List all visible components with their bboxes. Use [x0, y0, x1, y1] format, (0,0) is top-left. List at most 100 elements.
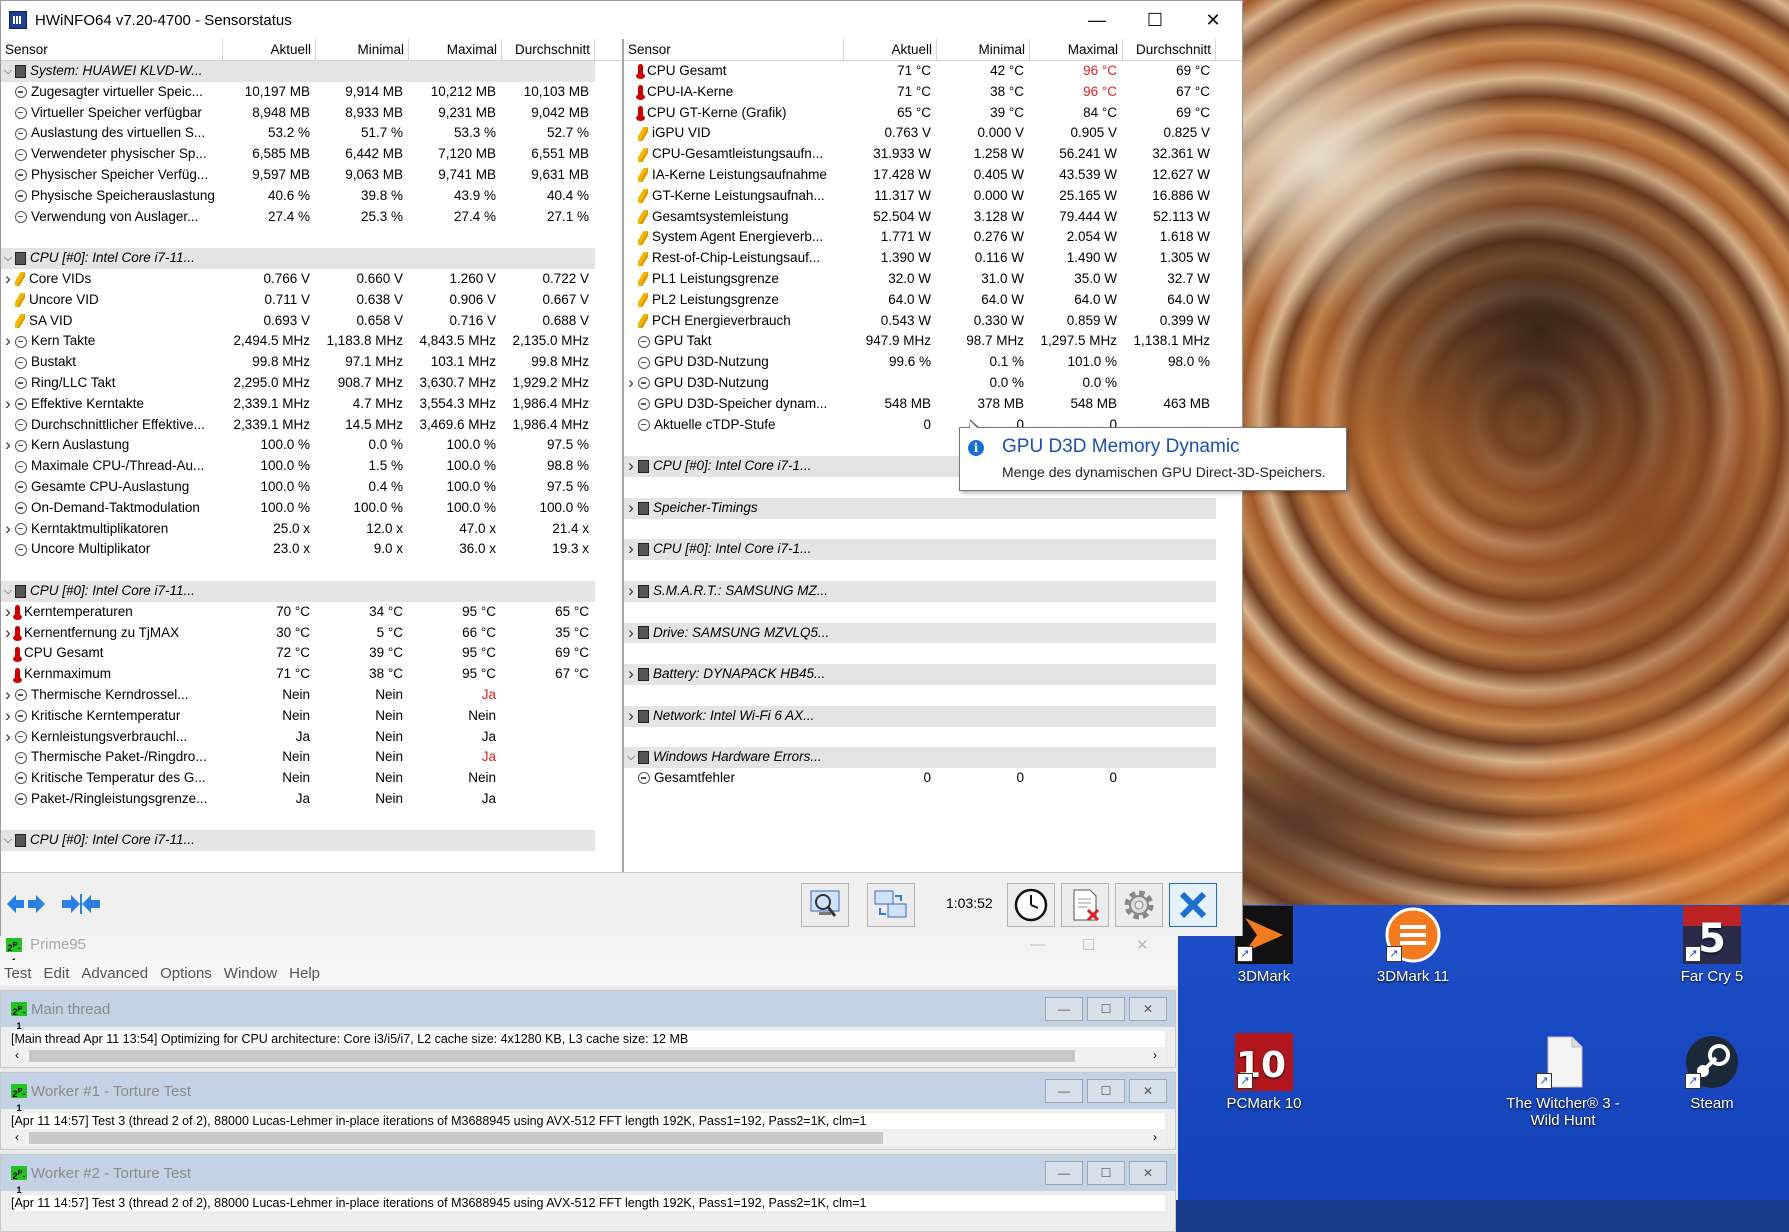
col-max[interactable]: Maximal — [409, 39, 502, 60]
chevron-right-icon[interactable]: › — [624, 623, 638, 644]
maximize-button[interactable]: ☐ — [1126, 1, 1184, 39]
sensor-row[interactable]: PL2 Leistungsgrenze 64.0 W 64.0 W 64.0 W 64.… — [624, 290, 1242, 311]
report-button[interactable] — [801, 883, 849, 927]
sensor-row[interactable]: CPU Gesamt 72 °C 39 °C 95 °C 69 °C — [1, 643, 622, 664]
sensor-row[interactable]: Verwendung von Auslager... 27.4 % 25.3 % 27… — [1, 207, 622, 228]
child-titlebar[interactable]: 2P-1 Worker #1 - Torture Test — ☐ ✕ — [1, 1073, 1175, 1113]
sensor-row[interactable]: Gesamte CPU-Auslastung 100.0 % 0.4 % 100.0 … — [1, 477, 622, 498]
chevron-right-icon[interactable]: › — [1, 269, 15, 290]
sensor-row[interactable]: GPU Takt 947.9 MHz 98.7 MHz 1,297.5 MHz 1,13… — [624, 331, 1242, 352]
sensor-row[interactable]: › Effektive Kerntakte 2,339.1 MHz 4.7 MHz 3,… — [1, 394, 622, 415]
chevron-right-icon[interactable]: › — [1, 706, 15, 727]
sensor-row[interactable]: Rest-of-Chip-Leistungsauf... 1.390 W 0.116… — [624, 248, 1242, 269]
close-button[interactable]: ✕ — [1184, 1, 1242, 39]
sensor-row[interactable]: GPU D3D-Nutzung 99.6 % 0.1 % 101.0 % 98.0 % — [624, 352, 1242, 373]
chevron-down-icon[interactable]: ⌵ — [1, 61, 15, 82]
desktop-icon-far-cry-5[interactable]: 5 ↗ Far Cry 5 — [1647, 906, 1777, 985]
col-sensor[interactable]: Sensor — [1, 39, 223, 60]
chevron-right-icon[interactable]: › — [1, 727, 15, 748]
sensor-row[interactable]: System Agent Energieverb... 1.771 W 0.276 … — [624, 227, 1242, 248]
chevron-down-icon[interactable]: ⌵ — [624, 747, 638, 768]
col-sensor[interactable]: Sensor — [624, 39, 844, 60]
sensor-row[interactable]: On-Demand-Taktmodulation 100.0 % 100.0 % 10… — [1, 498, 622, 519]
minimize-button[interactable]: — — [1068, 1, 1126, 39]
chevron-down-icon[interactable]: ⌵ — [1, 581, 15, 602]
desktop-icon-pcmark-10[interactable]: 10 ↗ PCMark 10 — [1199, 1033, 1329, 1112]
sensor-row[interactable]: Physische Speicherauslastung 40.6 % 39.8 %… — [1, 186, 622, 207]
sensor-row[interactable]: Virtueller Speicher verfügbar 8,948 MB 8,9… — [1, 103, 622, 124]
chevron-right-icon[interactable]: › — [624, 498, 638, 519]
exit-button[interactable] — [1169, 883, 1217, 927]
child-minimize-button[interactable]: — — [1045, 1161, 1083, 1185]
col-max[interactable]: Maximal — [1030, 39, 1123, 60]
menu-window[interactable]: Window — [224, 965, 277, 982]
chevron-right-icon[interactable]: › — [1, 519, 15, 540]
menu-advanced[interactable]: Advanced — [81, 965, 148, 982]
sensor-row[interactable]: CPU Gesamt 71 °C 42 °C 96 °C 69 °C — [624, 61, 1242, 82]
chevron-right-icon[interactable]: › — [624, 373, 638, 394]
chevron-right-icon[interactable]: › — [1, 435, 15, 456]
hwinfo-titlebar[interactable]: HWiNFO64 v7.20-4700 - Sensorstatus — ☐ ✕ — [1, 1, 1242, 39]
sensor-row[interactable]: PL1 Leistungsgrenze 32.0 W 31.0 W 35.0 W 32.… — [624, 269, 1242, 290]
sensor-row[interactable]: Ring/LLC Takt 2,295.0 MHz 908.7 MHz 3,630.7… — [1, 373, 622, 394]
sensor-row[interactable]: › Kritische Kerntemperatur Nein Nein Nein — [1, 706, 622, 727]
child-close-button[interactable]: ✕ — [1129, 997, 1167, 1021]
sensor-group-row[interactable]: ⌵ CPU [#0]: Intel Core i7-11... — [1, 248, 622, 269]
prime95-maximize-button[interactable]: ☐ — [1082, 936, 1095, 954]
chevron-right-icon[interactable]: › — [1, 602, 15, 623]
chevron-down-icon[interactable]: ⌵ — [1, 248, 15, 269]
sensor-row[interactable]: Auslastung des virtuellen S... 53.2 % 51.7… — [1, 123, 622, 144]
chevron-right-icon[interactable]: › — [1, 331, 15, 352]
chevron-right-icon[interactable]: › — [624, 456, 638, 477]
reset-log-button[interactable] — [1061, 883, 1109, 927]
worker-1-window[interactable]: 2P-1 Worker #1 - Torture Test — ☐ ✕ [Apr 1… — [0, 1072, 1176, 1150]
sensor-row[interactable]: › Kern Auslastung 100.0 % 0.0 % 100.0 % 97.5 … — [1, 435, 622, 456]
col-current[interactable]: Aktuell — [844, 39, 937, 60]
sensor-row[interactable]: › GPU D3D-Nutzung 0.0 % 0.0 % — [624, 373, 1242, 394]
chevron-right-icon[interactable]: › — [624, 706, 638, 727]
chevron-right-icon[interactable]: › — [624, 581, 638, 602]
sensor-row[interactable]: Uncore Multiplikator 23.0 x 9.0 x 36.0 x 19.… — [1, 539, 622, 560]
chevron-right-icon[interactable]: › — [1, 685, 15, 706]
worker-2-window[interactable]: 2P-1 Worker #2 - Torture Test — ☐ ✕ [Apr 1… — [0, 1154, 1176, 1232]
menu-test[interactable]: Test — [4, 965, 32, 982]
chevron-right-icon[interactable]: › — [1, 394, 15, 415]
col-avg[interactable]: Durchschnitt — [1123, 39, 1216, 60]
sensor-row[interactable]: › Core VIDs 0.766 V 0.660 V 1.260 V 0.722 V — [1, 269, 622, 290]
main-thread-window[interactable]: 2P-1 Main thread — ☐ ✕ [Main thread Apr 11… — [0, 990, 1176, 1068]
child-maximize-button[interactable]: ☐ — [1087, 1161, 1125, 1185]
sensor-group-row[interactable]: › S.M.A.R.T.: SAMSUNG MZ... — [624, 580, 1242, 602]
desktop-icon-witcher-3[interactable]: ↗ The Witcher® 3 - Wild Hunt — [1498, 1033, 1628, 1129]
expand-arrows-button[interactable] — [6, 891, 46, 917]
hwinfo-window[interactable]: HWiNFO64 v7.20-4700 - Sensorstatus — ☐ ✕… — [0, 0, 1347, 936]
desktop-icon-3dmark-11[interactable]: ↗ 3DMark 11 — [1348, 906, 1478, 985]
sensor-row[interactable]: IA-Kerne Leistungsaufnahme 17.428 W 0.405 … — [624, 165, 1242, 186]
sensor-row[interactable]: GPU D3D-Speicher dynam... 548 MB 378 MB 548… — [624, 394, 1242, 415]
sensor-row[interactable]: Zugesagter virtueller Speic... 10,197 MB 9… — [1, 82, 622, 103]
sensor-row[interactable]: › Kerntemperaturen 70 °C 34 °C 95 °C 65 °C — [1, 602, 622, 623]
prime95-window[interactable]: 2P-1 Prime95 — ☐ ✕ Test Edit Advanced Op… — [0, 936, 1178, 1232]
col-current[interactable]: Aktuell — [223, 39, 316, 60]
sensor-row[interactable]: Physischer Speicher Verfüg... 9,597 MB 9,0… — [1, 165, 622, 186]
col-min[interactable]: Minimal — [937, 39, 1030, 60]
sensor-group-row[interactable]: ⌵ Windows Hardware Errors... — [624, 747, 1242, 769]
network-button[interactable] — [867, 883, 915, 927]
chevron-down-icon[interactable]: ⌵ — [1, 830, 15, 851]
desktop-icon-steam[interactable]: ↗ Steam — [1647, 1033, 1777, 1112]
sensor-row[interactable]: Maximale CPU-/Thread-Au... 100.0 % 1.5 % 10… — [1, 456, 622, 477]
collapse-arrows-button[interactable] — [61, 891, 101, 917]
sensor-row[interactable]: › Kern Takte 2,494.5 MHz 1,183.8 MHz 4,843.5… — [1, 331, 622, 352]
sensor-row[interactable]: PCH Energieverbrauch 0.543 W 0.330 W 0.859 … — [624, 311, 1242, 332]
chevron-right-icon[interactable]: › — [624, 539, 638, 560]
child-titlebar[interactable]: 2P-1 Main thread — ☐ ✕ — [1, 991, 1175, 1031]
child-close-button[interactable]: ✕ — [1129, 1161, 1167, 1185]
col-avg[interactable]: Durchschnitt — [502, 39, 595, 60]
sensor-row[interactable]: › Thermische Kerndrossel... Nein Nein Ja — [1, 685, 622, 706]
sensor-row[interactable]: CPU-IA-Kerne 71 °C 38 °C 96 °C 67 °C — [624, 82, 1242, 103]
child-minimize-button[interactable]: — — [1045, 997, 1083, 1021]
sensor-group-row[interactable]: ⌵ CPU [#0]: Intel Core i7-11... — [1, 830, 622, 852]
sensor-group-row[interactable]: ⌵ System: HUAWEI KLVD-W... — [1, 61, 622, 82]
horizontal-scrollbar[interactable]: ‹ › — [11, 1129, 1165, 1147]
chevron-right-icon[interactable]: › — [1, 623, 15, 644]
sensor-group-row[interactable]: › Battery: DYNAPACK HB45... — [624, 664, 1242, 685]
